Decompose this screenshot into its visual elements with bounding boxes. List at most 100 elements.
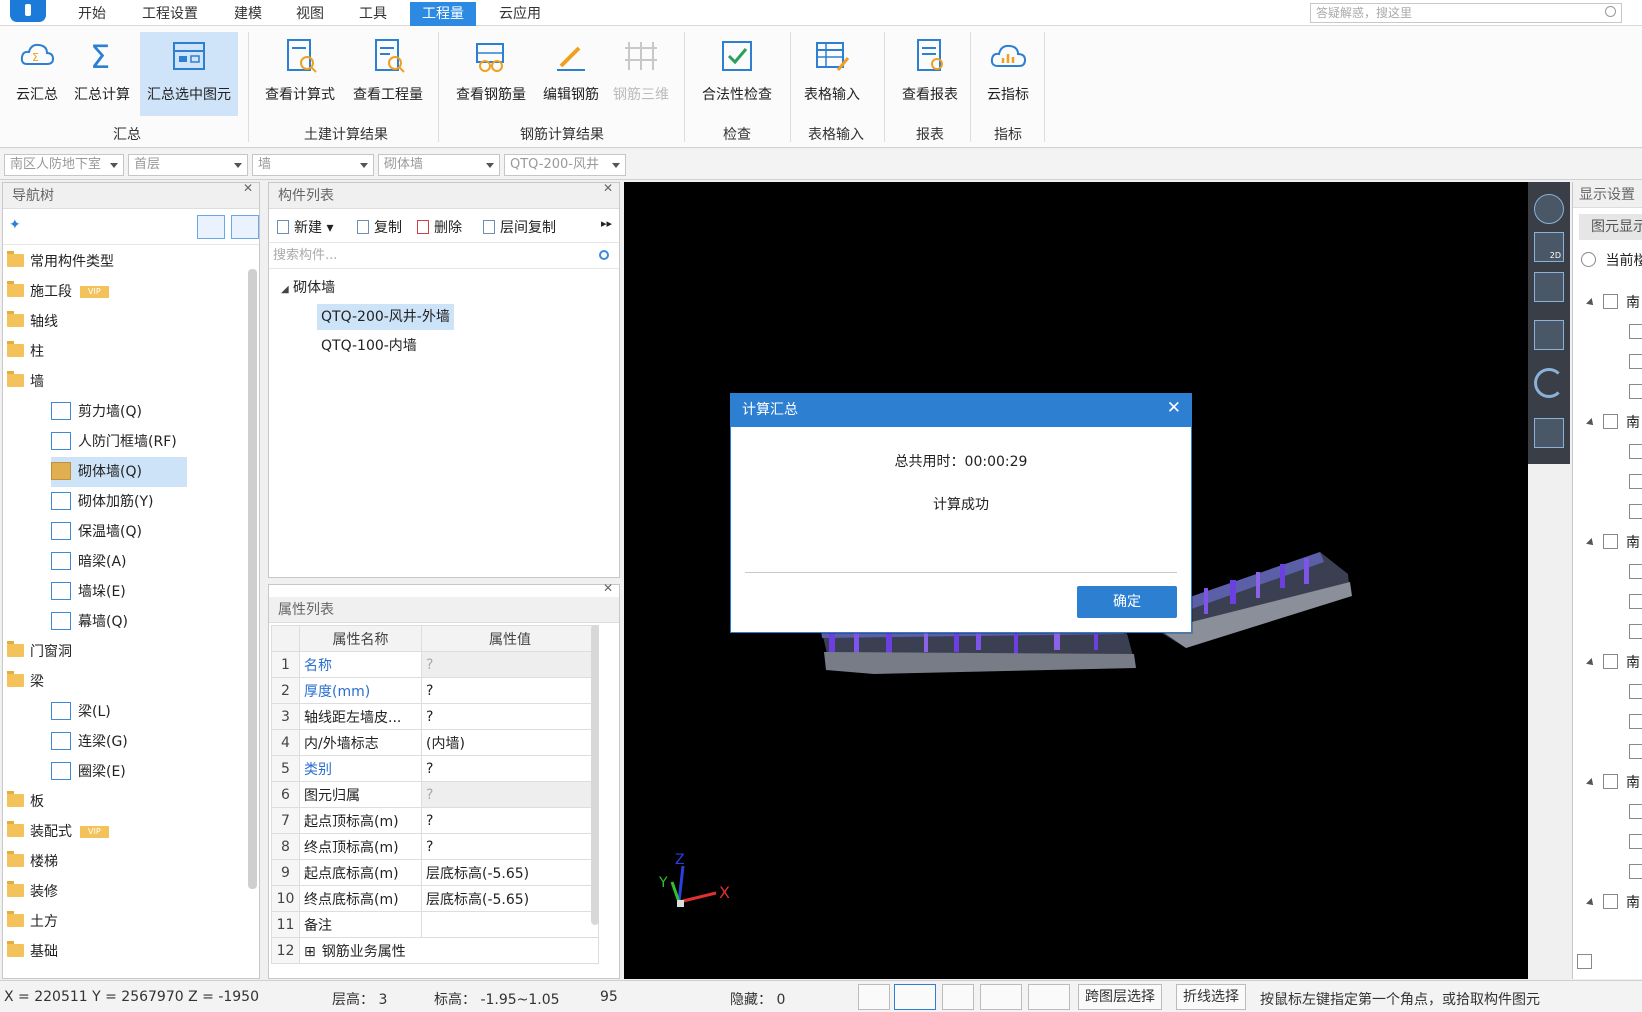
property-row[interactable]: 12 ⊞ 钢筋业务属性 [271, 937, 599, 964]
nav-tree-item[interactable]: 轴线 [7, 307, 58, 337]
property-value[interactable]: ? [421, 833, 599, 860]
expand-arrow-icon[interactable] [1586, 298, 1596, 308]
nav-tree-item[interactable]: 墙 [7, 367, 44, 397]
expand-arrow-icon[interactable] [1586, 778, 1596, 788]
nav-tree-item[interactable]: 板 [7, 787, 44, 817]
component-search-input[interactable]: 搜索构件... [269, 243, 619, 269]
property-row[interactable]: 3 轴线距左墙皮...? [271, 703, 599, 730]
checkbox[interactable] [1629, 474, 1642, 489]
2d-view-icon[interactable]: 2D [1534, 232, 1564, 262]
checkbox[interactable] [1629, 594, 1642, 609]
menu-tab-modeling[interactable]: 建模 [222, 2, 274, 26]
property-row[interactable]: 5 类别? [271, 755, 599, 782]
rebar-3d-button[interactable]: 钢筋三维 [608, 32, 674, 116]
component-item[interactable]: QTQ-100-内墙 [321, 333, 417, 359]
nav-tree-item[interactable]: 保温墙(Q) [51, 517, 142, 547]
property-value[interactable]: ? [421, 755, 599, 782]
checkbox[interactable] [1629, 384, 1642, 399]
property-row[interactable]: 6 图元归属? [271, 781, 599, 808]
ortho-icon[interactable] [858, 984, 890, 1010]
property-value[interactable]: ? [421, 677, 599, 704]
copy-button[interactable]: 复制 [357, 217, 402, 237]
snap-icon[interactable] [1028, 984, 1070, 1010]
property-row[interactable]: 2 厚度(mm)? [271, 677, 599, 704]
property-value[interactable]: ? [421, 781, 599, 808]
property-row[interactable]: 8 终点顶标高(m)? [271, 833, 599, 860]
nav-tree-item[interactable]: 剪力墙(Q) [51, 397, 142, 427]
component-item[interactable]: QTQ-200-风井-外墙 [317, 304, 454, 330]
component-select[interactable]: QTQ-200-风井 [504, 154, 626, 176]
expand-arrow-icon[interactable] [1586, 418, 1596, 428]
display-sub-row[interactable] [1629, 708, 1642, 738]
validity-check-button[interactable]: 合法性检查 [694, 32, 780, 116]
display-sub-row[interactable] [1629, 738, 1642, 768]
3d-box-icon[interactable] [1534, 272, 1564, 302]
subtype-select[interactable]: 砌体墙 [378, 154, 500, 176]
nav-tree-item[interactable]: 施工段 VIP [7, 277, 109, 307]
view-rebar-button[interactable]: 查看钢筋量 [448, 32, 534, 116]
checkbox[interactable] [1629, 714, 1642, 729]
nav-tree-item[interactable]: 柱 [7, 337, 44, 367]
display-sub-row[interactable] [1629, 798, 1642, 828]
nav-tree-item[interactable]: 楼梯 [7, 847, 58, 877]
orbit-icon[interactable] [1534, 194, 1564, 224]
edit-rebar-button[interactable]: 编辑钢筋 [538, 32, 604, 116]
display-sub-row[interactable] [1629, 618, 1642, 648]
nav-tree-item[interactable]: 梁 [7, 667, 44, 697]
sparkle-icon[interactable]: ✦ [9, 217, 21, 233]
tab-element-display[interactable]: 图元显示 [1579, 214, 1642, 240]
property-value[interactable]: ? [421, 651, 599, 678]
select-box-icon[interactable] [894, 984, 936, 1010]
view-quantity-button[interactable]: 查看工程量 [346, 32, 430, 116]
display-sub-row[interactable] [1629, 498, 1642, 528]
display-sub-row[interactable] [1629, 378, 1642, 408]
display-group-row[interactable]: 南 [1586, 528, 1640, 558]
menu-tab-view[interactable]: 视图 [284, 2, 336, 26]
table-input-button[interactable]: 表格输入 [796, 32, 868, 116]
property-row[interactable]: 7 起点顶标高(m)? [271, 807, 599, 834]
nav-tree-item[interactable]: 梁(L) [51, 697, 111, 727]
scrollbar[interactable] [591, 625, 599, 925]
angle-icon[interactable] [980, 984, 1022, 1010]
display-sub-row[interactable] [1629, 438, 1642, 468]
nav-tree-item[interactable]: 门窗洞 [7, 637, 72, 667]
property-value[interactable]: 层底标高(-5.65) [421, 885, 599, 912]
view-cube-icon[interactable] [1534, 320, 1564, 350]
view-report-button[interactable]: 查看报表 [894, 32, 966, 116]
property-row[interactable]: 11 备注 [271, 911, 599, 938]
delete-button[interactable]: 删除 [417, 217, 462, 237]
nav-tree-item[interactable]: 暗梁(A) [51, 547, 127, 577]
checkbox[interactable] [1629, 864, 1642, 879]
type-select[interactable]: 墙 [252, 154, 374, 176]
menu-tab-quantities[interactable]: 工程量 [410, 2, 476, 26]
display-sub-row[interactable] [1629, 318, 1642, 348]
display-sub-row[interactable] [1629, 828, 1642, 858]
rotate-icon[interactable] [1534, 368, 1564, 398]
checkbox[interactable] [1629, 444, 1642, 459]
layer-copy-button[interactable]: 层间复制 [483, 217, 556, 237]
cross-icon[interactable] [942, 984, 974, 1010]
checkbox[interactable] [1603, 654, 1618, 669]
property-row[interactable]: 4 内/外墙标志 (内墙) [271, 729, 599, 756]
checkbox[interactable] [1603, 414, 1618, 429]
summary-calc-button[interactable]: Σ 汇总计算 [70, 32, 134, 116]
property-value[interactable] [421, 911, 599, 938]
nav-tree-item[interactable]: 人防门框墙(RF) [51, 427, 177, 457]
display-sub-row[interactable] [1629, 558, 1642, 588]
card-view-icon[interactable] [231, 215, 259, 239]
checkbox[interactable] [1629, 354, 1642, 369]
display-sub-row[interactable] [1629, 468, 1642, 498]
checkbox[interactable] [1629, 324, 1642, 339]
property-value[interactable]: ? [421, 807, 599, 834]
checkbox[interactable] [1629, 504, 1642, 519]
nav-tree-item[interactable]: 装修 [7, 877, 58, 907]
polyline-select-button[interactable]: 折线选择 [1176, 984, 1246, 1010]
menu-tab-project-settings[interactable]: 工程设置 [130, 2, 210, 26]
cloud-summary-button[interactable]: Σ 云汇总 [8, 32, 66, 116]
display-sub-row[interactable] [1629, 348, 1642, 378]
region-select[interactable]: 南区人防地下室 [4, 154, 124, 176]
display-sub-row[interactable] [1629, 588, 1642, 618]
checkbox[interactable] [1629, 564, 1642, 579]
nav-tree-item[interactable]: 土方 [7, 907, 58, 937]
view-formula-button[interactable]: 查看计算式 [258, 32, 342, 116]
